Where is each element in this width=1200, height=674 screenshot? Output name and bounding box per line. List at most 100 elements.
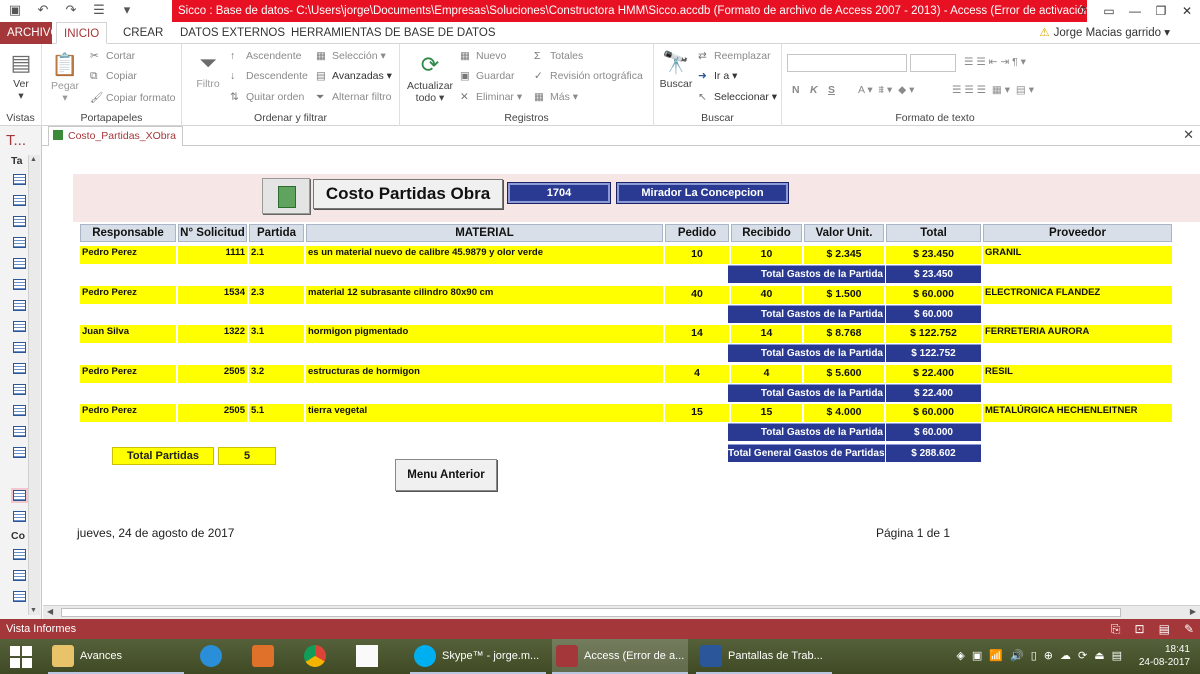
- table-icon[interactable]: [13, 363, 26, 374]
- maximize-button[interactable]: ❐: [1148, 0, 1174, 22]
- report-view-icon[interactable]: ⎘: [1111, 619, 1121, 639]
- taskbar-item-media[interactable]: [248, 639, 288, 674]
- table-icon[interactable]: [13, 237, 26, 248]
- table-icon-selected[interactable]: [11, 488, 28, 503]
- volume-icon[interactable]: 🔊: [1010, 649, 1024, 662]
- font-family-combo[interactable]: [787, 54, 907, 72]
- scroll-left-icon[interactable]: ◀: [47, 607, 53, 616]
- scroll-right-icon[interactable]: ▶: [1190, 607, 1196, 616]
- nav-section-tables[interactable]: Ta: [11, 155, 22, 167]
- table-icon[interactable]: [13, 342, 26, 353]
- new-record-button[interactable]: ▦ Nuevo: [460, 50, 506, 62]
- save-icon[interactable]: ▣: [6, 2, 24, 18]
- refresh-all-button[interactable]: ⟳ Actualizar todo ▾: [406, 52, 454, 104]
- find-button[interactable]: 🔭 Buscar: [658, 50, 694, 90]
- pdf-icon[interactable]: ▣: [972, 649, 982, 662]
- chat-icon[interactable]: ▤: [1112, 649, 1122, 662]
- delete-record-button[interactable]: ✕ Eliminar ▾: [460, 91, 522, 103]
- signal-icon[interactable]: 📶: [989, 649, 1003, 662]
- advanced-filter-button[interactable]: ▤ Avanzadas ▾: [316, 70, 392, 82]
- spelling-button[interactable]: ✓ Revisión ortográfica: [534, 70, 643, 82]
- font-size-combo[interactable]: [910, 54, 956, 72]
- nav-pane-title[interactable]: T...: [6, 132, 26, 149]
- taskbar-item-ie[interactable]: [196, 639, 236, 674]
- table-icon[interactable]: [13, 300, 26, 311]
- table-icon[interactable]: [13, 258, 26, 269]
- sync-icon[interactable]: ⟳: [1078, 649, 1087, 662]
- query-icon[interactable]: [13, 549, 26, 560]
- design-view-icon[interactable]: ✎: [1184, 619, 1194, 639]
- redo-icon[interactable]: ↷: [62, 2, 80, 18]
- undo-icon[interactable]: ↶: [34, 2, 52, 18]
- scrollbar-thumb[interactable]: [61, 608, 1121, 617]
- query-icon[interactable]: [13, 591, 26, 602]
- battery-icon[interactable]: ▯: [1031, 649, 1037, 662]
- list-buttons[interactable]: ☰ ☰ ⇤ ⇥ ¶ ▾: [964, 56, 1026, 68]
- bold-button[interactable]: N: [792, 84, 800, 96]
- tab-datos-externos[interactable]: DATOS EXTERNOS: [173, 22, 292, 44]
- cut-button[interactable]: ✂ Cortar: [90, 50, 135, 62]
- remove-sort-button[interactable]: ⇅ Quitar orden: [230, 91, 304, 103]
- table-icon[interactable]: [13, 511, 26, 522]
- goto-button[interactable]: ➜ Ir a ▾: [698, 70, 737, 82]
- tab-costo-partidas[interactable]: Costo_Partidas_XObra: [48, 126, 183, 146]
- tab-archivo[interactable]: ARCHIVO: [0, 22, 59, 44]
- help-button[interactable]: ?: [1070, 0, 1096, 22]
- font-color-button[interactable]: A ▾ ⩩ ▾ ◆ ▾: [858, 84, 914, 97]
- table-icon[interactable]: [13, 405, 26, 416]
- query-icon[interactable]: [13, 570, 26, 581]
- underline-button[interactable]: S: [828, 84, 835, 96]
- table-icon[interactable]: [13, 384, 26, 395]
- replace-button[interactable]: ⇄ Reemplazar: [698, 50, 771, 62]
- table-icon[interactable]: [13, 174, 26, 185]
- horizontal-scrollbar[interactable]: ◀ ▶: [43, 605, 1200, 619]
- tab-herramientas-bd[interactable]: HERRAMIENTAS DE BASE DE DATOS: [284, 22, 502, 44]
- ribbon-display-button[interactable]: ▭: [1096, 0, 1122, 22]
- shield-icon[interactable]: ◈: [956, 649, 964, 662]
- user-account[interactable]: ⚠ Jorge Macias garrido ▾: [1039, 25, 1170, 39]
- tab-crear[interactable]: CREAR: [116, 22, 170, 44]
- table-icon[interactable]: [13, 321, 26, 332]
- tray-icons[interactable]: ◈ ▣ 📶 🔊 ▯ ⊕ ☁ ⟳ ⏏ ▤: [956, 649, 1122, 662]
- format-painter-button[interactable]: 🖌 Copiar formato: [90, 91, 175, 104]
- windows-start-icon[interactable]: [10, 646, 32, 668]
- minimize-button[interactable]: —: [1122, 0, 1148, 22]
- cloud-icon[interactable]: ☁: [1060, 649, 1071, 662]
- close-button[interactable]: ✕: [1174, 0, 1200, 22]
- taskbar-item-avances[interactable]: Avances: [48, 639, 184, 674]
- table-icon[interactable]: [13, 195, 26, 206]
- italic-button[interactable]: K: [810, 84, 818, 96]
- table-icon[interactable]: [13, 426, 26, 437]
- align-buttons[interactable]: ☰ ☰ ☰ ▦ ▾ ▤ ▾: [952, 84, 1034, 96]
- paste-button[interactable]: 📋 Pegar ▾: [48, 52, 82, 104]
- print-preview-icon[interactable]: ⊡: [1135, 619, 1145, 639]
- more-button[interactable]: ▦ Más ▾: [534, 91, 578, 103]
- customize-qat-icon[interactable]: ▾: [118, 2, 136, 18]
- usb-icon[interactable]: ⏏: [1094, 649, 1104, 662]
- network-icon[interactable]: ⊕: [1044, 649, 1053, 662]
- taskbar-item-document[interactable]: [352, 639, 392, 674]
- tab-inicio[interactable]: INICIO: [56, 22, 108, 44]
- selection-button[interactable]: ▦ Selección ▾: [316, 50, 386, 62]
- scroll-down-icon[interactable]: ▼: [30, 607, 37, 614]
- form-view-icon[interactable]: ☰: [90, 2, 108, 18]
- taskbar-item-access[interactable]: Access (Error de a...: [552, 639, 688, 674]
- close-report-icon[interactable]: ✕: [1183, 127, 1194, 143]
- table-icon[interactable]: [13, 447, 26, 458]
- filter-button[interactable]: ⏷ Filtro: [190, 50, 226, 90]
- layout-view-icon[interactable]: ▤: [1159, 619, 1170, 639]
- view-button[interactable]: ▤ Ver ▾: [4, 50, 38, 102]
- table-icon[interactable]: [13, 279, 26, 290]
- menu-anterior-button[interactable]: Menu Anterior: [395, 459, 497, 491]
- sort-descending-button[interactable]: ↓ Descendente: [230, 70, 308, 82]
- toggle-filter-button[interactable]: ⏷ Alternar filtro: [316, 91, 392, 104]
- taskbar-item-chrome[interactable]: [300, 639, 340, 674]
- clock[interactable]: 18:41 24-08-2017: [1130, 643, 1190, 669]
- nav-scrollbar[interactable]: ▲ ▼: [28, 155, 40, 615]
- sort-ascending-button[interactable]: ↑ Ascendente: [230, 50, 301, 62]
- totals-button[interactable]: Σ Totales: [534, 50, 583, 62]
- scroll-up-icon[interactable]: ▲: [30, 156, 37, 163]
- taskbar-item-skype[interactable]: Skype™ - jorge.m...: [410, 639, 546, 674]
- table-icon[interactable]: [13, 216, 26, 227]
- copy-button[interactable]: ⧉ Copiar: [90, 70, 137, 83]
